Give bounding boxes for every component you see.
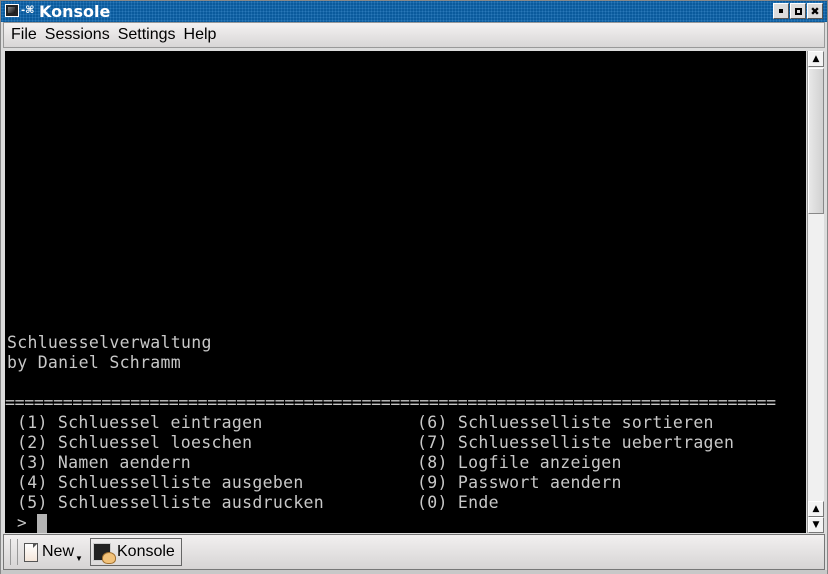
pin-icon[interactable]: -⌘ (21, 5, 34, 17)
konsole-app-icon[interactable] (5, 4, 19, 17)
new-session-button[interactable]: New ▼ (20, 538, 84, 566)
window-title: Konsole (39, 2, 111, 21)
konsole-window: -⌘ Konsole ✖ File Sessions Settings Help… (0, 0, 828, 574)
session-tab-label: Konsole (117, 543, 175, 560)
arrow-up-icon: ▲ (812, 504, 820, 514)
scrollbar-thumb[interactable] (808, 68, 824, 214)
menu-option-6: (6) Schluesselliste sortieren (417, 413, 714, 432)
scroll-up-button-bottom[interactable]: ▲ (808, 501, 824, 517)
menu-file[interactable]: File (10, 26, 38, 44)
minimize-icon (779, 9, 783, 13)
konsole-shell-icon (93, 543, 116, 564)
menu-option-2: (2) Schluessel loeschen (17, 433, 253, 452)
title-bar[interactable]: -⌘ Konsole ✖ (1, 1, 827, 22)
menu-option-4: (4) Schluesselliste ausgeben (17, 473, 304, 492)
minimize-button[interactable] (773, 3, 789, 19)
menu-option-9: (9) Passwort aendern (417, 473, 622, 492)
menu-option-0: (0) Ende (417, 493, 499, 512)
session-tabbar: New ▼ Konsole (3, 534, 825, 570)
menu-settings[interactable]: Settings (117, 26, 177, 44)
program-author: by Daniel Schramm (7, 353, 181, 372)
menu-sessions[interactable]: Sessions (44, 26, 111, 44)
scroll-down-button[interactable]: ▼ (808, 517, 824, 533)
close-button[interactable]: ✖ (807, 3, 823, 19)
menu-option-1: (1) Schluessel eintragen (17, 413, 263, 432)
menu-bar: File Sessions Settings Help (3, 22, 825, 48)
separator-line: ========================================… (5, 393, 776, 412)
terminal-area[interactable]: Schluesselverwaltung by Daniel Schramm =… (5, 51, 806, 533)
maximize-icon (794, 7, 802, 15)
dropdown-arrow-icon: ▼ (75, 553, 83, 563)
arrow-up-icon: ▲ (812, 54, 820, 64)
text-cursor (37, 514, 47, 533)
new-document-icon (24, 542, 38, 562)
program-title: Schluesselverwaltung (7, 333, 212, 352)
menu-option-8: (8) Logfile anzeigen (417, 453, 622, 472)
scroll-up-button[interactable]: ▲ (808, 51, 824, 67)
arrow-down-icon: ▼ (812, 520, 820, 530)
menu-help[interactable]: Help (183, 26, 218, 44)
close-icon: ✖ (810, 4, 820, 18)
input-prompt: > (17, 513, 27, 532)
bottom-border (1, 570, 827, 574)
menu-option-5: (5) Schluesselliste ausdrucken (17, 493, 325, 512)
toolbar-grip[interactable] (10, 539, 18, 565)
vertical-scrollbar[interactable]: ▲ ▲ ▼ (807, 51, 824, 533)
maximize-button[interactable] (790, 3, 806, 19)
session-tab-konsole[interactable]: Konsole (90, 538, 182, 566)
menu-option-7: (7) Schluesselliste uebertragen (417, 433, 735, 452)
new-session-label: New (42, 543, 75, 560)
menu-option-3: (3) Namen aendern (17, 453, 191, 472)
